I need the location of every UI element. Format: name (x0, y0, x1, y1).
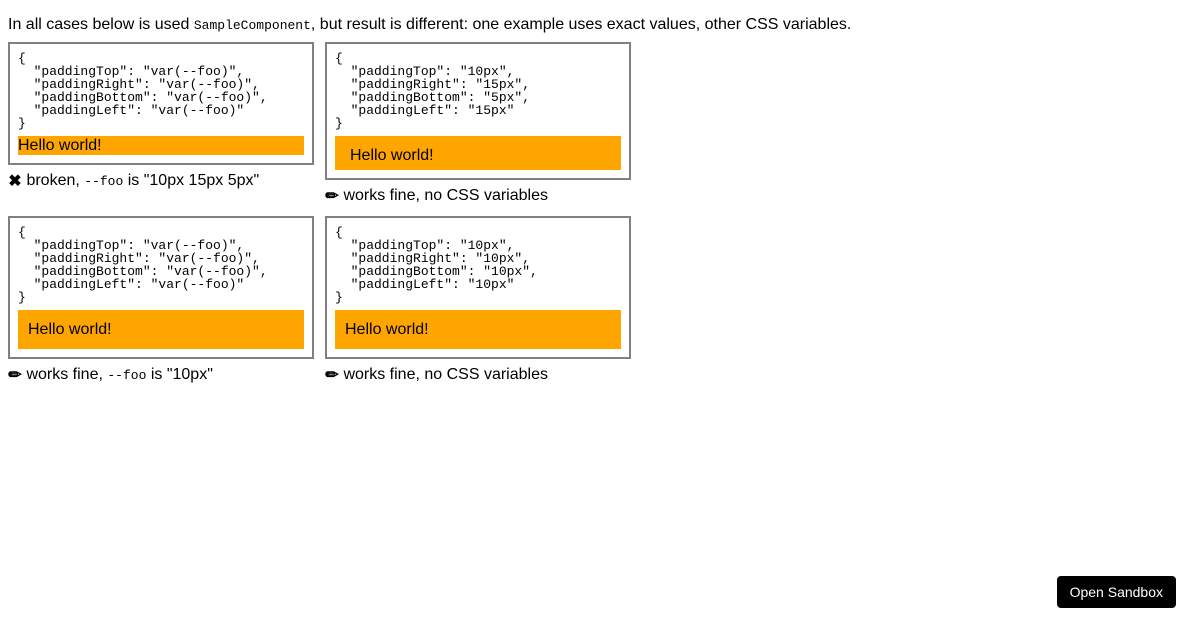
code-block: { "paddingTop": "var(--foo)", "paddingRi… (18, 52, 304, 130)
caption-code: --foo (107, 369, 146, 384)
example-box: { "paddingTop": "10px", "paddingRight": … (325, 216, 631, 359)
caption-prefix: broken, (22, 172, 84, 189)
example-tile-2: { "paddingTop": "10px", "paddingRight": … (325, 42, 640, 216)
pencil-icon: ✏ (325, 186, 339, 206)
caption-code: --foo (84, 174, 123, 189)
intro-text: In all cases below is used SampleCompone… (8, 16, 1192, 34)
caption-prefix: works fine, no CSS variables (339, 367, 548, 384)
code-block: { "paddingTop": "10px", "paddingRight": … (335, 226, 621, 304)
hello-output: Hello world! (18, 136, 304, 155)
cross-icon: ✖ (8, 171, 22, 191)
example-tile-4: { "paddingTop": "10px", "paddingRight": … (325, 216, 640, 395)
code-block: { "paddingTop": "10px", "paddingRight": … (335, 52, 621, 130)
caption: ✏ works fine, no CSS variables (325, 186, 640, 206)
caption: ✏ works fine, --foo is "10px" (8, 365, 323, 385)
examples-grid: { "paddingTop": "var(--foo)", "paddingRi… (8, 42, 1192, 395)
caption-prefix: works fine, no CSS variables (339, 187, 548, 204)
caption: ✏ works fine, no CSS variables (325, 365, 640, 385)
code-block: { "paddingTop": "var(--foo)", "paddingRi… (18, 226, 304, 304)
example-tile-3: { "paddingTop": "var(--foo)", "paddingRi… (8, 216, 323, 395)
hello-output: Hello world! (335, 136, 621, 170)
open-sandbox-button[interactable]: Open Sandbox (1057, 576, 1176, 608)
hello-output: Hello world! (18, 310, 304, 349)
caption-suffix: is "10px 15px 5px" (123, 172, 259, 189)
example-box: { "paddingTop": "var(--foo)", "paddingRi… (8, 216, 314, 359)
caption-prefix: works fine, (22, 367, 107, 384)
hello-output: Hello world! (335, 310, 621, 349)
pencil-icon: ✏ (8, 365, 22, 385)
example-tile-1: { "paddingTop": "var(--foo)", "paddingRi… (8, 42, 323, 216)
intro-prefix: In all cases below is used (8, 16, 194, 33)
example-box: { "paddingTop": "10px", "paddingRight": … (325, 42, 631, 180)
example-box: { "paddingTop": "var(--foo)", "paddingRi… (8, 42, 314, 165)
caption: ✖ broken, --foo is "10px 15px 5px" (8, 171, 323, 191)
intro-component-code: SampleComponent (194, 18, 311, 33)
caption-suffix: is "10px" (146, 367, 213, 384)
pencil-icon: ✏ (325, 365, 339, 385)
intro-suffix: , but result is different: one example u… (311, 16, 851, 33)
